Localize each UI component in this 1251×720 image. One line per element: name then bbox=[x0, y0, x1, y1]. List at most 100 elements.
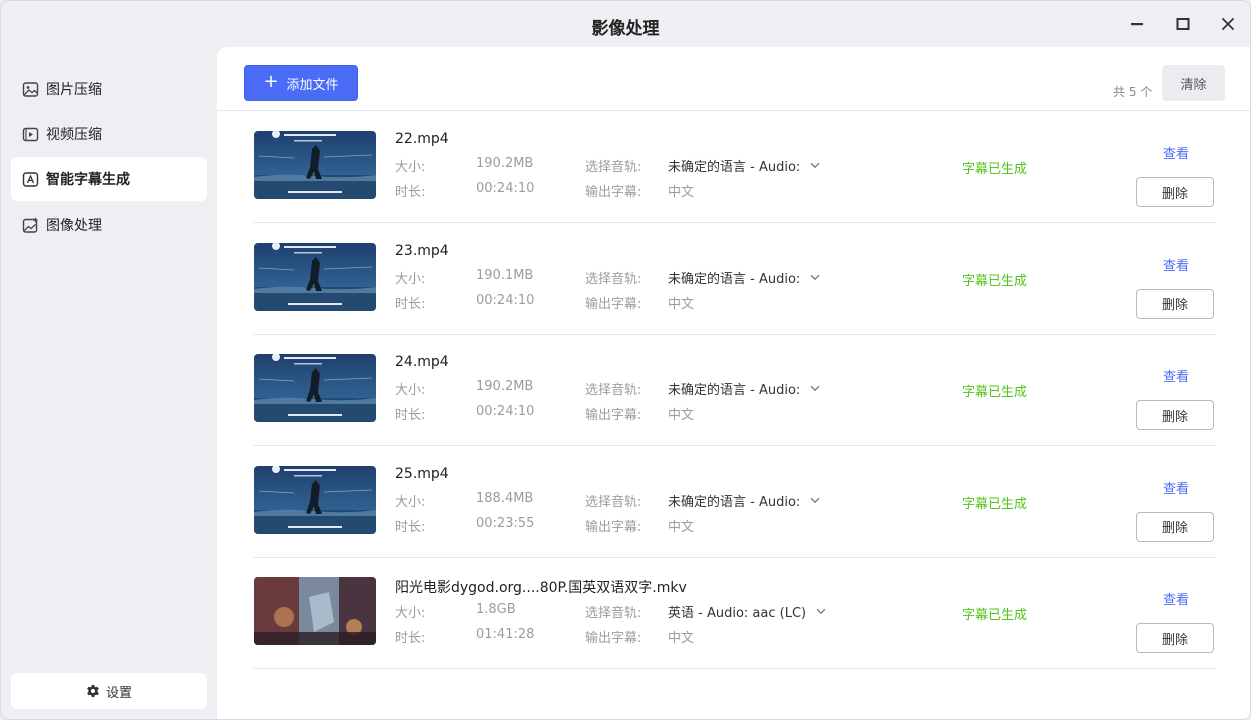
size-value: 190.2MB bbox=[476, 156, 534, 171]
gear-icon bbox=[87, 684, 99, 698]
chevron-down-icon bbox=[810, 162, 820, 169]
audio-track-label: 选择音轨: bbox=[585, 494, 642, 510]
image-icon bbox=[22, 81, 39, 98]
duration-label: 时长: bbox=[395, 296, 426, 312]
audio-track-value: 未确定的语言 - Audio: bbox=[668, 494, 801, 510]
video-thumbnail bbox=[254, 577, 376, 645]
plus-icon: + bbox=[263, 71, 279, 92]
audio-track-label: 选择音轨: bbox=[585, 271, 642, 287]
file-row: 25.mp4 大小: 188.4MB 时长: 00:23:55 选择音轨: 未确… bbox=[253, 446, 1216, 558]
settings-label: 设置 bbox=[105, 685, 132, 701]
sidebar-item-label: 视频压缩 bbox=[46, 127, 102, 143]
delete-button[interactable]: 删除 bbox=[1136, 623, 1214, 653]
app-window: 影像处理 图片压缩 视频压缩 智能字幕生成 图像处理 设置 + 添加文件 共 5… bbox=[0, 0, 1251, 720]
sidebar-item-label: 智能字幕生成 bbox=[46, 172, 130, 188]
add-file-label: 添加文件 bbox=[286, 77, 339, 93]
size-value: 1.8GB bbox=[476, 602, 516, 617]
audio-track-select[interactable]: 未确定的语言 - Audio: bbox=[668, 268, 820, 287]
duration-value: 00:23:55 bbox=[476, 515, 535, 531]
sidebar: 图片压缩 视频压缩 智能字幕生成 图像处理 设置 bbox=[1, 47, 217, 719]
audio-track-select[interactable]: 未确定的语言 - Audio: bbox=[668, 379, 820, 398]
output-subtitle-label: 输出字幕: bbox=[585, 185, 642, 200]
output-subtitle-label: 输出字幕: bbox=[585, 519, 642, 535]
title-bar: 影像处理 bbox=[1, 1, 1250, 47]
audio-track-label: 选择音轨: bbox=[585, 160, 642, 175]
view-button[interactable]: 查看 bbox=[1163, 255, 1189, 274]
file-name: 24.mp4 bbox=[395, 354, 449, 370]
file-name: 阳光电影dygod.org....80P.国英双语双字.mkv bbox=[395, 580, 687, 596]
view-button[interactable]: 查看 bbox=[1163, 366, 1189, 385]
view-button[interactable]: 查看 bbox=[1163, 478, 1189, 497]
output-subtitle-value: 中文 bbox=[668, 185, 695, 200]
minimize-icon bbox=[1131, 23, 1143, 26]
maximize-icon bbox=[1176, 18, 1190, 30]
sidebar-item-video-compress[interactable]: 视频压缩 bbox=[11, 112, 207, 156]
audio-track-value: 未确定的语言 - Audio: bbox=[668, 383, 801, 398]
audio-track-select[interactable]: 未确定的语言 - Audio: bbox=[668, 156, 820, 175]
file-count: 共 5 个 bbox=[1113, 85, 1153, 99]
file-row: 阳光电影dygod.org....80P.国英双语双字.mkv 大小: 1.8G… bbox=[253, 557, 1216, 669]
view-button[interactable]: 查看 bbox=[1163, 589, 1189, 608]
clear-button[interactable]: 清除 bbox=[1162, 65, 1225, 101]
file-row: 23.mp4 大小: 190.1MB 时长: 00:24:10 选择音轨: 未确… bbox=[253, 223, 1216, 335]
chevron-down-icon bbox=[816, 608, 826, 615]
duration-label: 时长: bbox=[395, 631, 426, 646]
duration-value: 00:24:10 bbox=[476, 292, 535, 308]
duration-value: 00:24:10 bbox=[476, 404, 535, 419]
sidebar-item-label: 图像处理 bbox=[46, 218, 102, 234]
size-value: 190.1MB bbox=[476, 267, 534, 283]
status-badge: 字幕已生成 bbox=[962, 162, 1028, 177]
output-subtitle-label: 输出字幕: bbox=[585, 296, 642, 312]
audio-track-label: 选择音轨: bbox=[585, 383, 642, 398]
output-subtitle-value: 中文 bbox=[668, 631, 695, 646]
file-name: 22.mp4 bbox=[395, 131, 449, 147]
maximize-button[interactable] bbox=[1171, 12, 1195, 36]
size-label: 大小: bbox=[395, 383, 426, 398]
output-subtitle-value: 中文 bbox=[668, 296, 695, 312]
minimize-button[interactable] bbox=[1125, 12, 1149, 36]
sidebar-item-image-process[interactable]: 图像处理 bbox=[11, 203, 207, 247]
audio-track-value: 未确定的语言 - Audio: bbox=[668, 271, 801, 287]
duration-value: 00:24:10 bbox=[476, 181, 535, 196]
status-badge: 字幕已生成 bbox=[962, 273, 1028, 289]
delete-button[interactable]: 删除 bbox=[1136, 400, 1214, 430]
delete-button[interactable]: 删除 bbox=[1136, 511, 1214, 542]
output-subtitle-value: 中文 bbox=[668, 408, 695, 423]
add-file-button[interactable]: + 添加文件 bbox=[244, 65, 358, 101]
size-label: 大小: bbox=[395, 160, 426, 175]
window-title: 影像处理 bbox=[591, 19, 660, 39]
status-badge: 字幕已生成 bbox=[962, 496, 1028, 512]
settings-button[interactable]: 设置 bbox=[11, 673, 207, 709]
size-label: 大小: bbox=[395, 494, 426, 510]
close-button[interactable] bbox=[1216, 12, 1240, 36]
output-subtitle-value: 中文 bbox=[668, 519, 695, 535]
status-badge: 字幕已生成 bbox=[962, 608, 1028, 623]
sidebar-item-label: 图片压缩 bbox=[46, 82, 102, 98]
toolbar: + 添加文件 共 5 个 清除 bbox=[217, 47, 1250, 111]
close-icon bbox=[1222, 18, 1234, 30]
sidebar-item-smart-subtitle[interactable]: 智能字幕生成 bbox=[11, 157, 207, 201]
size-value: 188.4MB bbox=[476, 490, 534, 506]
output-subtitle-label: 输出字幕: bbox=[585, 408, 642, 423]
audio-track-select[interactable]: 未确定的语言 - Audio: bbox=[668, 491, 820, 510]
duration-label: 时长: bbox=[395, 408, 426, 423]
file-name: 25.mp4 bbox=[395, 465, 449, 482]
audio-track-value: 英语 - Audio: aac (LC) bbox=[668, 606, 807, 621]
audio-track-label: 选择音轨: bbox=[585, 606, 642, 621]
duration-label: 时长: bbox=[395, 519, 426, 535]
delete-button[interactable]: 删除 bbox=[1136, 177, 1214, 207]
audio-track-select[interactable]: 英语 - Audio: aac (LC) bbox=[668, 602, 826, 621]
video-thumbnail bbox=[254, 131, 376, 199]
delete-button[interactable]: 删除 bbox=[1136, 288, 1214, 319]
video-thumbnail bbox=[254, 354, 376, 422]
video-thumbnail bbox=[254, 242, 376, 311]
sidebar-item-image-compress[interactable]: 图片压缩 bbox=[11, 67, 207, 111]
size-label: 大小: bbox=[395, 271, 426, 287]
file-name: 23.mp4 bbox=[395, 242, 449, 259]
view-button[interactable]: 查看 bbox=[1163, 143, 1189, 162]
subtitle-icon bbox=[22, 171, 39, 188]
file-row: 22.mp4 大小: 190.2MB 时长: 00:24:10 选择音轨: 未确… bbox=[253, 111, 1216, 223]
chevron-down-icon bbox=[810, 385, 820, 392]
video-icon bbox=[22, 126, 39, 143]
size-value: 190.2MB bbox=[476, 379, 534, 394]
